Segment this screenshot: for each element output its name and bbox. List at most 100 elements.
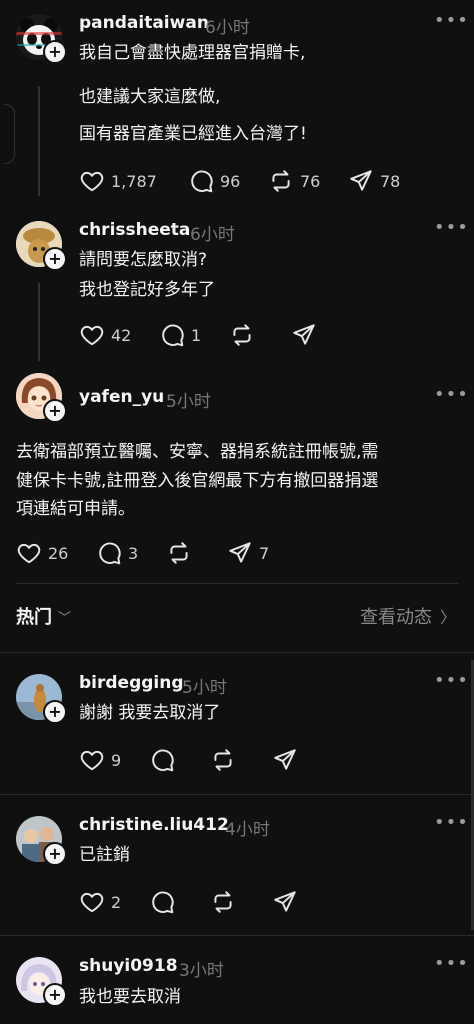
share-button[interactable] — [291, 322, 317, 348]
comment-button[interactable]: 3 — [96, 540, 138, 566]
timestamp: 4小时 — [225, 820, 270, 840]
timestamp: 6小时 — [205, 18, 250, 38]
share-icon — [227, 540, 253, 566]
share-count: 7 — [259, 543, 270, 563]
post-text-line: 請問要怎麼取消? — [79, 250, 208, 270]
post-chrissheeta: + chrissheeta 6小时 ••• 請問要怎麼取消? 我也登記好多年了 … — [0, 205, 474, 365]
repost-icon — [268, 168, 294, 194]
share-icon — [272, 889, 298, 915]
follow-plus-icon[interactable]: + — [43, 842, 67, 866]
comment-count: 96 — [220, 171, 241, 191]
more-options-icon[interactable]: ••• — [434, 953, 469, 974]
reply-christine: + christine.liu412 4小时 ••• 已註銷 2 — [0, 795, 474, 935]
comment-icon — [159, 322, 185, 348]
timestamp: 5小时 — [182, 678, 227, 698]
share-count: 78 — [380, 171, 401, 191]
chevron-down-icon: ﹀ — [58, 610, 72, 626]
repost-button[interactable] — [210, 747, 236, 773]
repost-icon — [210, 889, 236, 915]
share-button[interactable]: 78 — [348, 168, 400, 194]
comment-icon — [188, 168, 214, 194]
post-pandaitaiwan: + pandaitaiwan 6小时 ••• 我自己會盡快處理器官捐贈卡, 也建… — [0, 0, 474, 205]
repost-icon — [166, 540, 192, 566]
thread-line — [38, 283, 40, 361]
like-count: 26 — [48, 543, 69, 563]
like-button[interactable]: 26 — [16, 540, 68, 566]
share-button[interactable] — [272, 747, 298, 773]
like-count: 42 — [111, 325, 132, 345]
more-options-icon[interactable]: ••• — [434, 217, 469, 238]
username[interactable]: pandaitaiwan — [79, 13, 209, 33]
heart-icon — [79, 889, 105, 915]
reply-text: 我也要去取消 — [79, 987, 181, 1007]
more-options-icon[interactable]: ••• — [434, 670, 469, 691]
heart-icon — [79, 322, 105, 348]
username[interactable]: yafen_yu — [79, 387, 164, 407]
comment-count: 1 — [191, 325, 202, 345]
comment-icon — [149, 747, 175, 773]
more-options-icon[interactable]: ••• — [434, 384, 469, 405]
view-activity-label: 查看动态 — [359, 607, 432, 628]
sort-dropdown[interactable]: 热门 ﹀ — [16, 603, 71, 629]
repost-icon — [210, 747, 236, 773]
post-text-line: 去衛福部預立醫囑、安寧、器捐系統註冊帳號,需 — [16, 442, 379, 462]
share-icon — [272, 747, 298, 773]
reply-shuyi0918: + shuyi0918 3小时 ••• 我也要去取消 — [0, 936, 474, 1024]
repost-count: 76 — [300, 171, 321, 191]
repost-button[interactable] — [210, 889, 236, 915]
post-text-line: 我也登記好多年了 — [79, 280, 215, 300]
repost-icon — [229, 322, 255, 348]
divider — [16, 583, 458, 584]
share-button[interactable]: 7 — [227, 540, 269, 566]
heart-icon — [16, 540, 42, 566]
timestamp: 5小时 — [166, 392, 211, 412]
follow-plus-icon[interactable]: + — [43, 247, 67, 271]
comment-button[interactable] — [149, 747, 175, 773]
timestamp: 3小时 — [179, 961, 224, 981]
comment-button[interactable]: 1 — [159, 322, 201, 348]
like-button[interactable]: 42 — [79, 322, 131, 348]
post-text-line: 健保卡卡號,註冊登入後官網最下方有撤回器捐選 — [16, 471, 379, 491]
view-activity-link[interactable]: 查看动态 〉 — [360, 603, 456, 629]
heart-icon — [79, 168, 105, 194]
repost-button[interactable]: 76 — [268, 168, 320, 194]
more-options-icon[interactable]: ••• — [434, 10, 469, 31]
username[interactable]: chrissheeta — [79, 220, 190, 240]
follow-plus-icon[interactable]: + — [43, 983, 67, 1007]
hot-label: 热门 — [16, 607, 52, 628]
like-button[interactable]: 2 — [79, 889, 121, 915]
post-text-line: 国有器官產業已經進入台灣了! — [79, 124, 307, 144]
post-text-line: 也建議大家這麼做, — [79, 87, 221, 107]
comment-icon — [96, 540, 122, 566]
follow-plus-icon[interactable]: + — [43, 700, 67, 724]
username[interactable]: birdegging — [79, 673, 184, 693]
share-button[interactable] — [272, 889, 298, 915]
follow-plus-icon[interactable]: + — [43, 40, 67, 64]
reply-text: 謝謝 我要去取消了 — [79, 703, 221, 723]
like-count: 1,787 — [111, 171, 157, 191]
comment-count: 3 — [128, 543, 139, 563]
follow-plus-icon[interactable]: + — [43, 399, 67, 423]
like-count: 2 — [111, 892, 122, 912]
like-button[interactable]: 1,787 — [79, 168, 157, 194]
post-yafen_yu: + yafen_yu 5小时 ••• 去衛福部預立醫囑、安寧、器捐系統註冊帳號,… — [0, 365, 474, 585]
comment-button[interactable] — [149, 889, 175, 915]
post-text-line: 項連結可申請。 — [16, 499, 135, 519]
post-text-line: 我自己會盡快處理器官捐贈卡, — [79, 43, 306, 63]
timestamp: 6小时 — [190, 225, 235, 245]
comment-icon — [149, 889, 175, 915]
share-icon — [348, 168, 374, 194]
repost-button[interactable] — [166, 540, 192, 566]
reply-text: 已註銷 — [79, 845, 130, 865]
share-icon — [291, 322, 317, 348]
username[interactable]: christine.liu412 — [79, 815, 229, 835]
like-count: 9 — [111, 750, 122, 770]
chevron-right-icon: 〉 — [439, 608, 456, 627]
repost-button[interactable] — [229, 322, 255, 348]
comment-button[interactable]: 96 — [188, 168, 240, 194]
username[interactable]: shuyi0918 — [79, 956, 178, 976]
heart-icon — [79, 747, 105, 773]
reply-birdegging: + birdegging 5小时 ••• 謝謝 我要去取消了 9 — [0, 653, 474, 793]
more-options-icon[interactable]: ••• — [434, 812, 469, 833]
like-button[interactable]: 9 — [79, 747, 121, 773]
